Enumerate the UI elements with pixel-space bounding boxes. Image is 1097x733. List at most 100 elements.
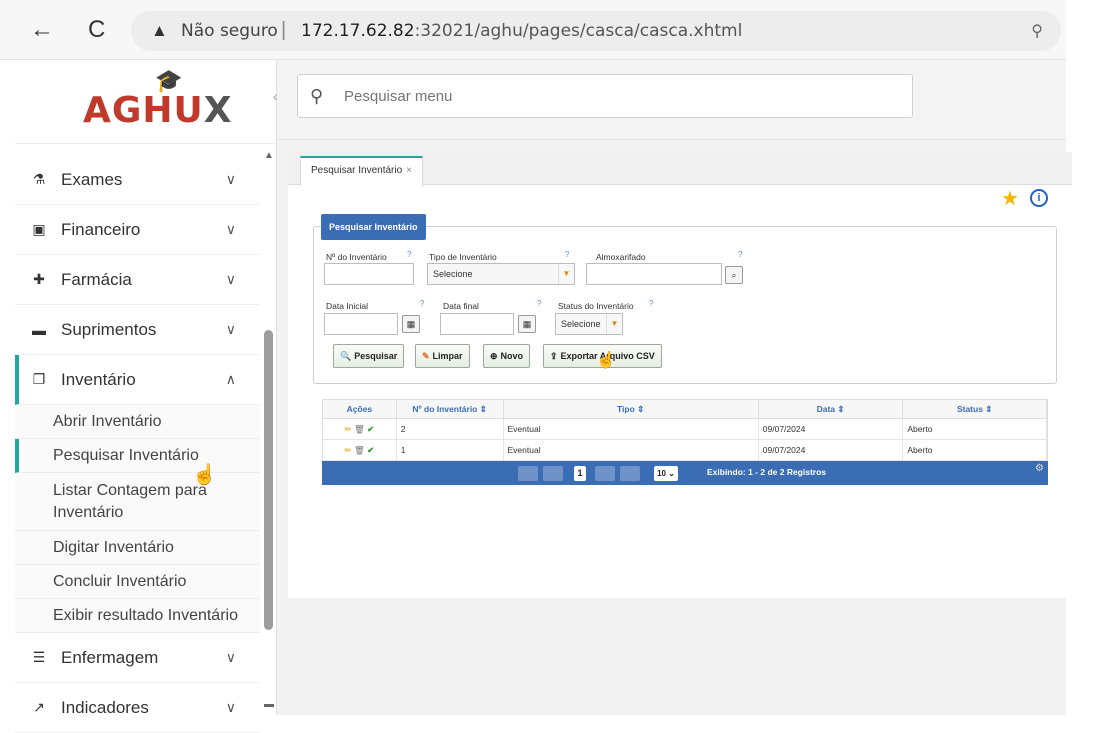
check-icon[interactable]: ✔ — [367, 424, 374, 434]
data-inicial-field[interactable] — [324, 313, 398, 335]
sidebar-subitem-pesquisar[interactable]: Pesquisar Inventário — [15, 439, 260, 473]
search-icon[interactable]: ⌕ — [725, 266, 743, 284]
sidebar-item-exames[interactable]: ⚗ Exames ∨ — [15, 155, 260, 205]
table-row[interactable]: ✏ 🗑 ✔ 2 Eventual 09/07/2024 Aberto — [322, 419, 1048, 440]
sidebar-item-label: Enfermagem — [61, 647, 159, 667]
address-bar[interactable]: ▲ Não seguro | 172.17.62.82:32021/aghu/p… — [131, 11, 1061, 51]
help-icon[interactable]: ? — [738, 250, 742, 259]
button-label: Limpar — [432, 351, 463, 361]
limpar-button[interactable]: ✎ Limpar — [415, 344, 470, 368]
col-tipo[interactable]: Tipo ⇕ — [504, 400, 759, 418]
chevron-down-icon: ∨ — [225, 171, 236, 187]
num-inventario-field[interactable] — [324, 263, 414, 285]
sidebar-item-inventario[interactable]: ❐ Inventário ∧ — [15, 355, 260, 405]
export-grid-icon[interactable]: ⚙ — [1035, 463, 1044, 474]
prev-page-button[interactable] — [543, 466, 563, 481]
almoxarifado-field[interactable] — [586, 263, 722, 285]
almoxarifado-label: Almoxarifado — [596, 252, 646, 262]
scroll-down-icon[interactable]: ▬ — [264, 699, 274, 710]
dropdown-arrow-icon: ▼ — [558, 264, 574, 284]
search-input[interactable] — [342, 85, 882, 107]
calendar-icon[interactable]: ▦ — [402, 315, 420, 333]
sidebar-item-label: Farmácia — [61, 269, 132, 289]
sidebar-item-indicadores[interactable]: ↗ Indicadores ∨ — [15, 683, 260, 733]
hand-cursor-icon: ☝ — [192, 464, 217, 486]
sidebar-subitem-listar[interactable]: Listar Contagem para Inventário — [15, 473, 260, 531]
chevron-up-icon: ∧ — [225, 371, 236, 387]
help-icon[interactable]: ? — [407, 250, 411, 259]
tab-label: Pesquisar Inventário — [311, 165, 403, 176]
status-inventario-select[interactable]: Selecione ▼ — [555, 313, 623, 335]
first-page-button[interactable] — [518, 466, 538, 481]
sidebar: 🎓 AGHUX ⚗ Exames ∨ ▣ Financeiro ∨ ✚ Farmácia ∨… — [15, 60, 277, 733]
data-final-field[interactable] — [440, 313, 514, 335]
novo-button[interactable]: ⊕ Novo — [483, 344, 531, 368]
url-host: 172.17.62.82 — [301, 21, 415, 41]
favorite-star-icon[interactable]: ★ — [1001, 186, 1019, 211]
sidebar-item-farmacia[interactable]: ✚ Farmácia ∨ — [15, 255, 260, 305]
reload-icon[interactable]: C — [88, 18, 105, 42]
plus-circle-icon: ⊕ — [490, 351, 498, 361]
edit-icon[interactable]: ✏ — [345, 424, 352, 434]
scroll-thumb[interactable] — [264, 330, 273, 630]
sidebar-item-suprimentos[interactable]: ▬ Suprimentos ∨ — [15, 305, 260, 355]
security-label: Não seguro — [181, 21, 278, 41]
flask-icon: ⚗ — [32, 171, 46, 187]
help-icon[interactable]: ? — [537, 299, 541, 308]
scroll-up-icon[interactable]: ▲ — [264, 150, 274, 161]
button-label: Novo — [500, 351, 524, 361]
data-inicial-label: Data Inicial — [326, 301, 369, 311]
table-header: Ações Nº do Inventário ⇕ Tipo ⇕ Data ⇕ S… — [322, 399, 1048, 419]
top-search-bar: ⚲ — [277, 60, 1066, 140]
trash-icon[interactable]: 🗑 — [354, 445, 365, 455]
num-inventario-label: Nº do Inventário — [326, 252, 387, 262]
magnifier-icon: 🔍 — [340, 351, 352, 361]
tab-pesquisar-inventario[interactable]: Pesquisar Inventário × — [300, 156, 424, 186]
records-summary: Exibindo: 1 - 2 de 2 Registros — [707, 467, 827, 477]
sidebar-item-label: Exames — [61, 169, 123, 189]
money-icon: ▣ — [32, 221, 46, 237]
col-data[interactable]: Data ⇕ — [759, 400, 904, 418]
sidebar-scrollbar[interactable]: ▲ ▬ — [263, 150, 275, 710]
sidebar-item-enfermagem[interactable]: ☰ Enfermagem ∨ — [15, 633, 260, 683]
edit-icon[interactable]: ✏ — [345, 445, 352, 455]
sidebar-subitem-concluir[interactable]: Concluir Inventário — [15, 565, 260, 599]
pesquisar-button[interactable]: 🔍 Pesquisar — [333, 344, 405, 368]
table-row[interactable]: ✏ 🗑 ✔ 1 Eventual 09/07/2024 Aberto — [322, 440, 1048, 461]
next-page-button[interactable] — [595, 466, 615, 481]
info-icon[interactable]: i — [1030, 189, 1048, 207]
trash-icon[interactable]: 🗑 — [354, 424, 365, 434]
sidebar-subitem-abrir[interactable]: Abrir Inventário — [15, 405, 260, 439]
copy-icon: ❐ — [32, 371, 46, 387]
help-icon[interactable]: ? — [420, 299, 424, 308]
tipo-inventario-select[interactable]: Selecione ▼ — [427, 263, 575, 285]
sidebar-item-financeiro[interactable]: ▣ Financeiro ∨ — [15, 205, 260, 255]
col-num[interactable]: Nº do Inventário ⇕ — [397, 400, 504, 418]
help-icon[interactable]: ? — [565, 250, 569, 259]
url-text[interactable]: 172.17.62.82:32021/aghu/pages/casca/casc… — [301, 21, 742, 41]
sidebar-subitem-exibir[interactable]: Exibir resultado Inventário — [15, 599, 260, 633]
sidebar-subitem-digitar[interactable]: Digitar Inventário — [15, 531, 260, 565]
cell-num: 1 — [397, 440, 504, 460]
button-label: Pesquisar — [354, 351, 398, 361]
help-icon[interactable]: ? — [649, 299, 653, 308]
key-icon[interactable]: ⚲ — [1031, 21, 1043, 41]
check-icon[interactable]: ✔ — [367, 445, 374, 455]
chart-icon: ↗ — [33, 699, 45, 715]
calendar-icon[interactable]: ▦ — [518, 315, 536, 333]
results-table: Ações Nº do Inventário ⇕ Tipo ⇕ Data ⇕ S… — [322, 399, 1048, 485]
back-arrow-icon[interactable]: ← — [30, 18, 54, 42]
last-page-button[interactable] — [620, 466, 640, 481]
cell-data: 09/07/2024 — [759, 419, 904, 439]
page-size-select[interactable]: 10 ⌄ — [654, 466, 678, 481]
logo[interactable]: 🎓 AGHUX — [15, 60, 276, 144]
chevron-down-icon: ∨ — [225, 321, 236, 337]
close-icon[interactable]: × — [406, 165, 412, 176]
current-page[interactable]: 1 — [574, 466, 586, 481]
cell-tipo: Eventual — [504, 440, 759, 460]
dropdown-arrow-icon: ▼ — [606, 314, 622, 334]
status-inventario-label: Status do Inventário — [558, 301, 634, 311]
logo-main: AGHU — [83, 90, 204, 131]
chevron-down-icon: ∨ — [225, 649, 236, 665]
col-status[interactable]: Status ⇕ — [903, 400, 1047, 418]
